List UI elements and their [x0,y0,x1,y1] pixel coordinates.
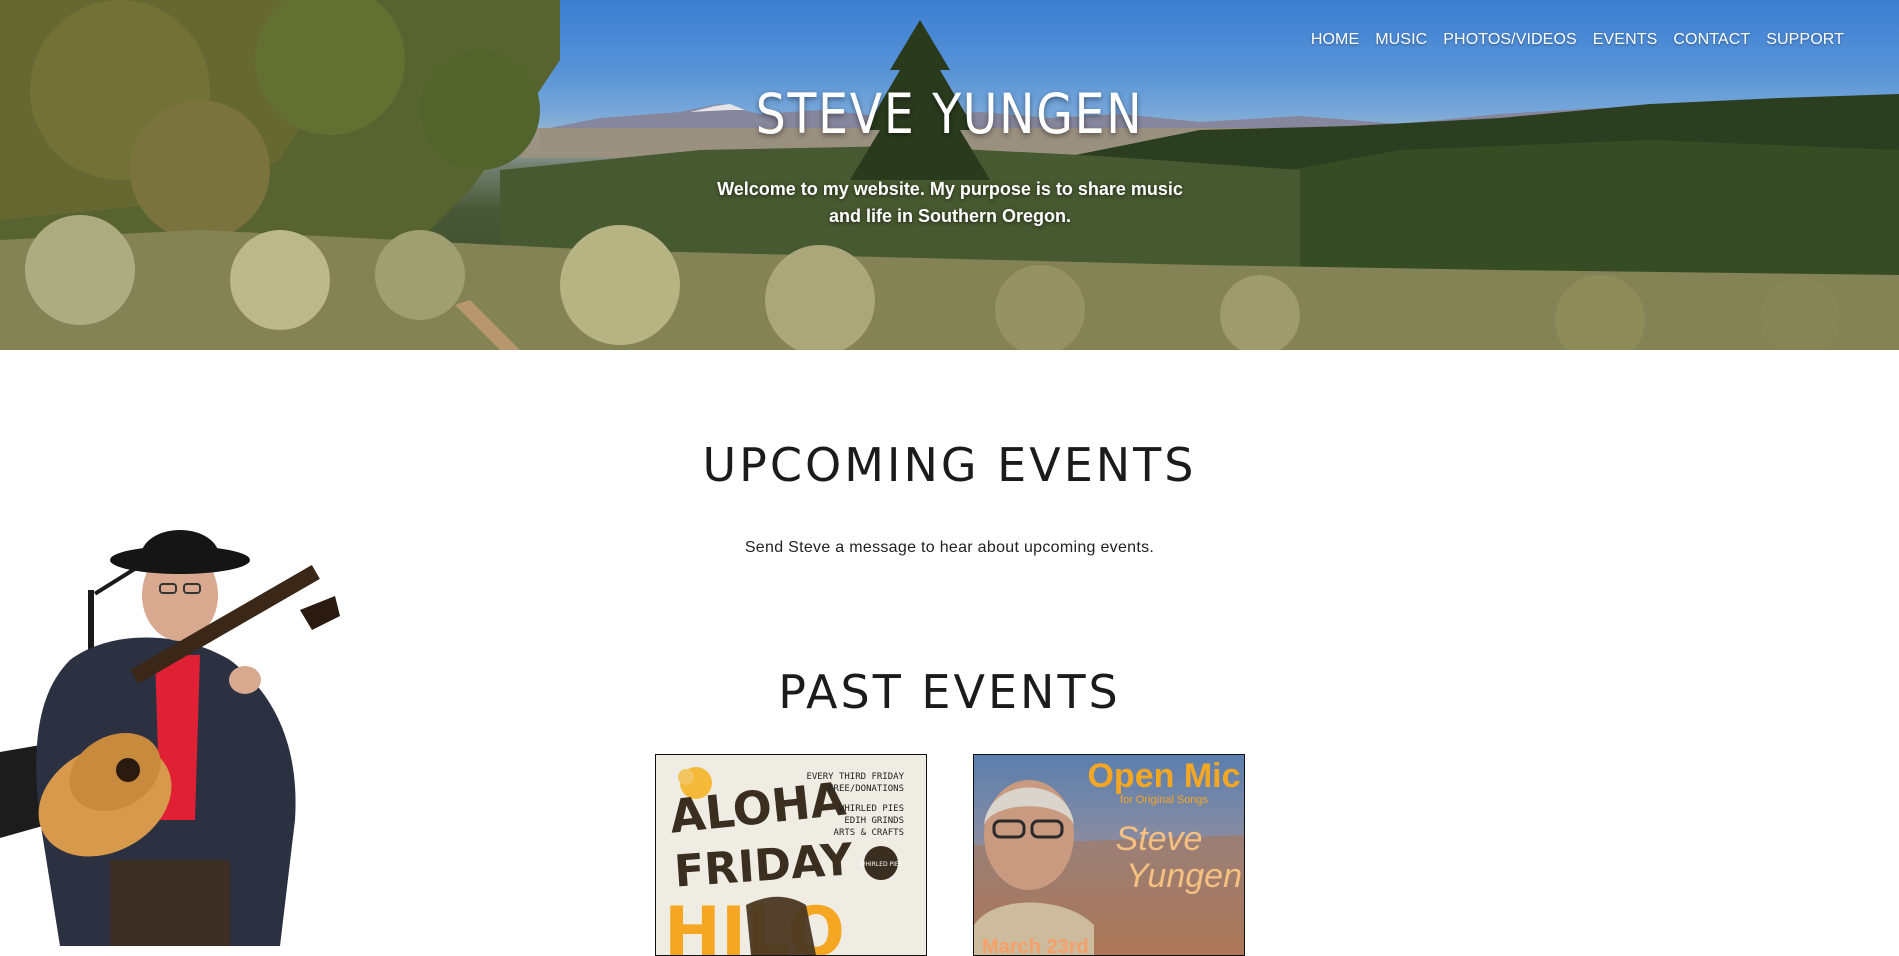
open-mic-poster-art: Open Mic for Original Songs Steve Yungen… [974,755,1244,955]
nav-events[interactable]: EVENTS [1593,31,1658,49]
aloha-friday-poster-art: ALOHA FRIDAY EVERY THIRD FRIDAY FREE/DON… [656,755,926,955]
event-poster-aloha-friday[interactable]: ALOHA FRIDAY EVERY THIRD FRIDAY FREE/DON… [655,754,927,956]
poster-steve-text: Steve [1116,820,1203,858]
svg-text:WHIRLED PIES: WHIRLED PIES [839,804,904,814]
nav-contact[interactable]: CONTACT [1673,31,1750,49]
nav-photos-videos[interactable]: PHOTOS/VIDEOS [1443,31,1576,49]
svg-text:EDIH GRINDS: EDIH GRINDS [844,816,904,826]
site-tagline: Welcome to my website. My purpose is to … [717,179,1183,226]
svg-text:EVERY THIRD FRIDAY: EVERY THIRD FRIDAY [806,772,904,782]
upcoming-events-heading: UPCOMING EVENTS [702,438,1197,492]
event-poster-open-mic[interactable]: Open Mic for Original Songs Steve Yungen… [973,754,1245,956]
svg-text:ARTS & CRAFTS: ARTS & CRAFTS [834,828,904,838]
main-nav: HOME MUSIC PHOTOS/VIDEOS EVENTS CONTACT … [1295,31,1844,49]
nav-support[interactable]: SUPPORT [1766,31,1844,49]
poster-open-mic-subtitle: for Original Songs [1120,794,1209,806]
nav-home[interactable]: HOME [1311,31,1359,49]
poster-badge-text: WHIRLED PIES [859,861,902,868]
poster-yungen-text: Yungen [1126,857,1242,895]
nav-music[interactable]: MUSIC [1375,31,1427,49]
svg-text:FREE/DONATIONS: FREE/DONATIONS [828,784,904,794]
hero-banner: HOME MUSIC PHOTOS/VIDEOS EVENTS CONTACT … [0,0,1899,350]
performer-photo [0,530,340,946]
site-title[interactable]: STEVE YUNGEN [133,82,1766,146]
hero-overlay [0,0,1899,350]
poster-open-mic-title: Open Mic [1087,757,1240,795]
